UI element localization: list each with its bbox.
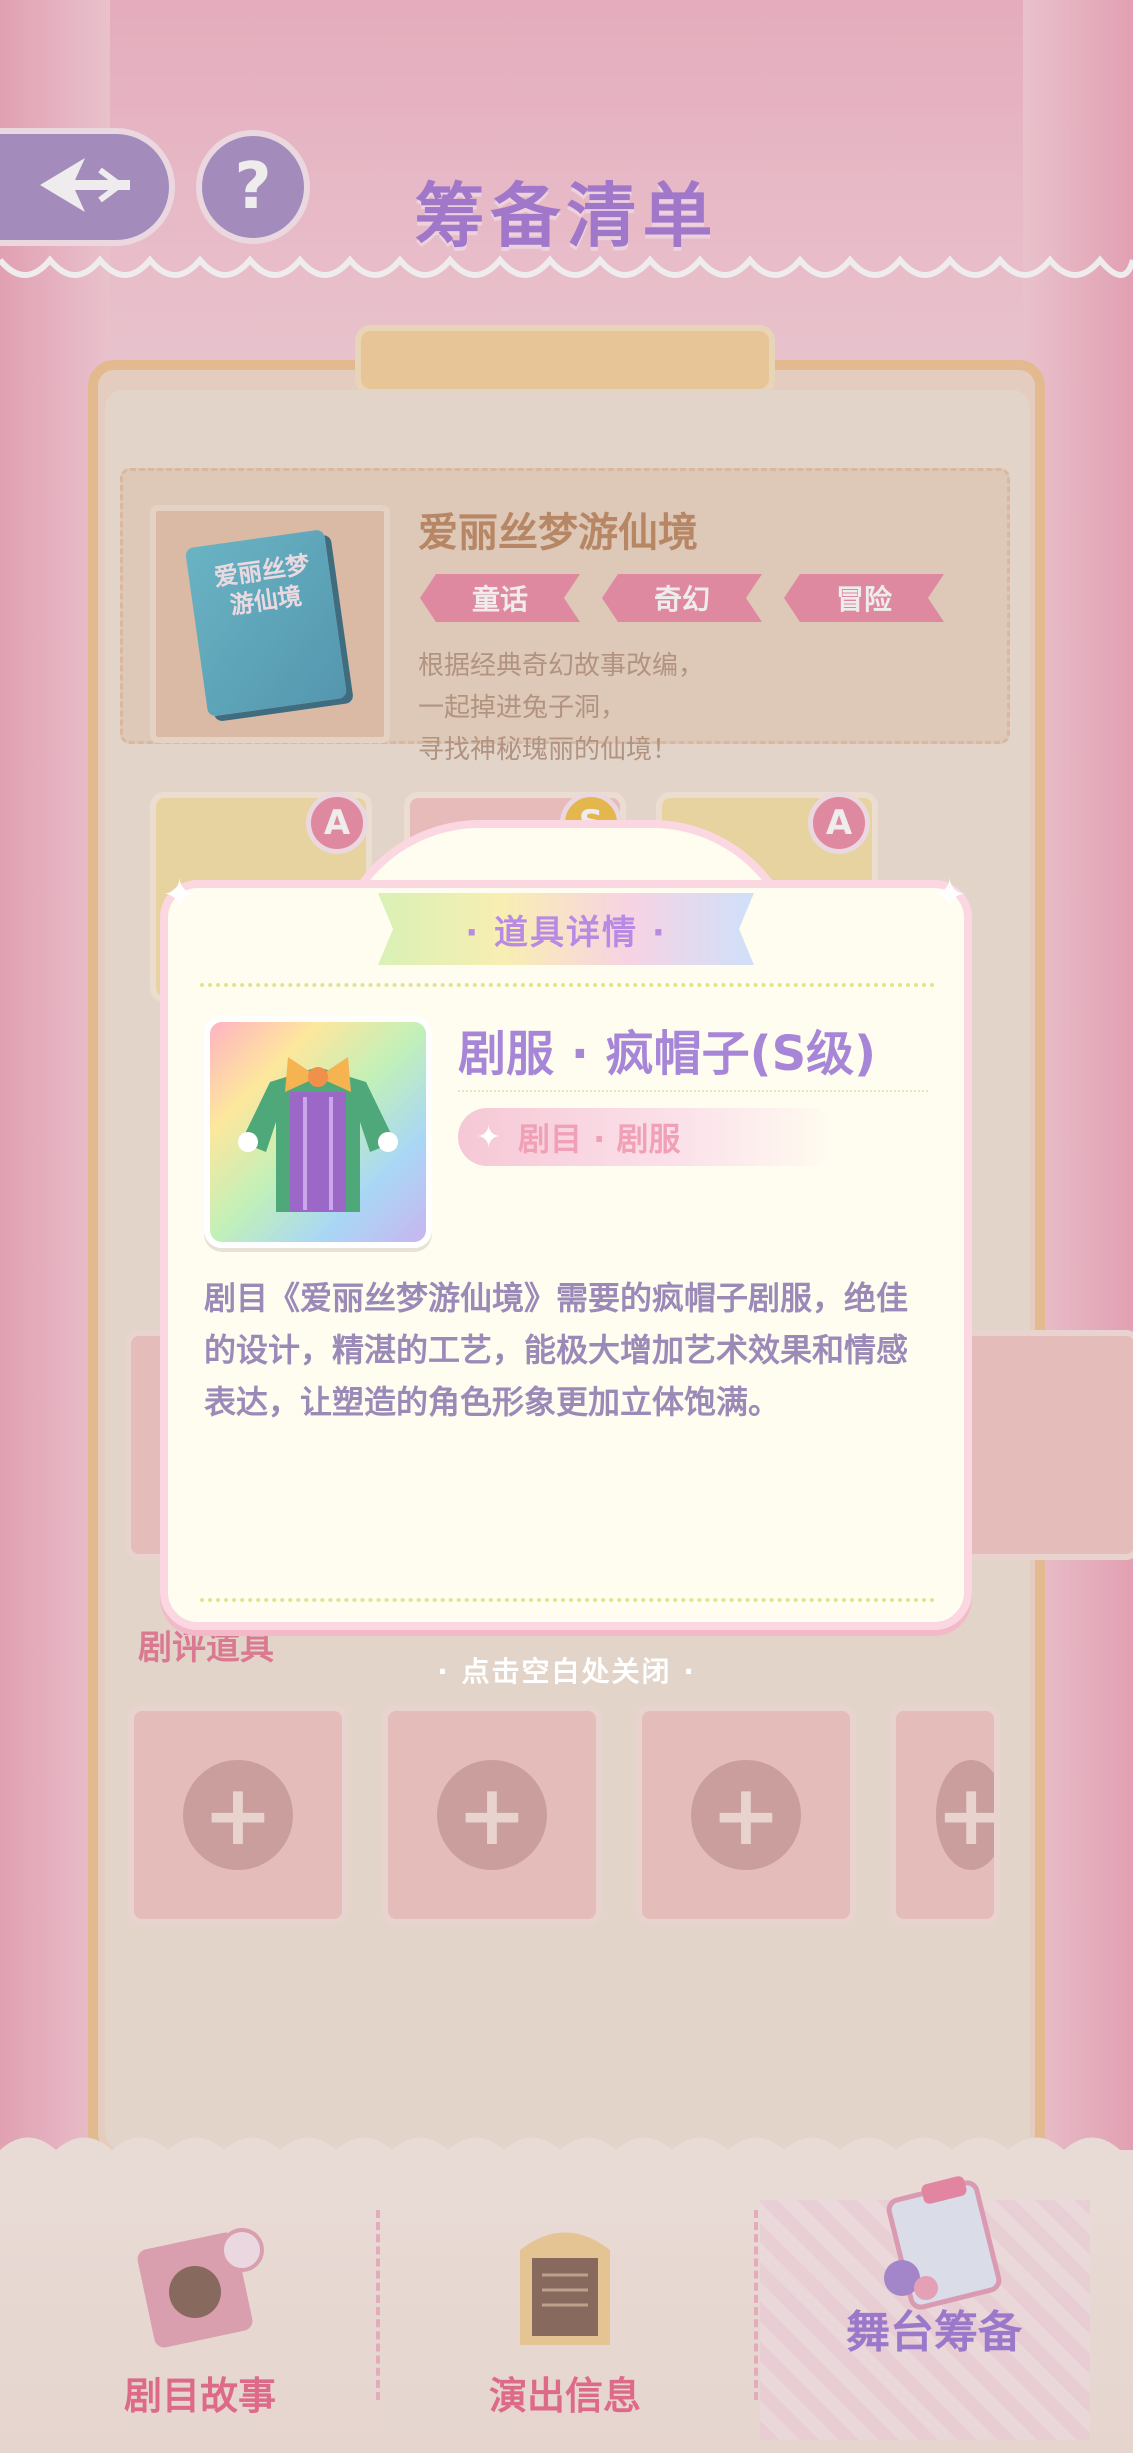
sparkle-icon: ✦ [162, 870, 198, 919]
modal-divider [200, 983, 935, 987]
item-name: 剧服 · 疯帽子(S级) [458, 1026, 877, 1082]
app-screen: ? 筹备清单 爱丽丝梦游仙境 爱丽丝梦游仙境 童话 奇幻 冒险 根据经典奇幻故事… [0, 0, 1133, 2453]
item-category-badge: ✦ 剧目 · 剧服 [458, 1108, 838, 1166]
modal-divider [200, 1598, 935, 1602]
item-detail-modal [160, 880, 972, 1630]
sparkle-icon: ✦ [932, 870, 968, 919]
costume-icon [210, 1057, 426, 1246]
item-category-label: 剧目 · 剧服 [518, 1120, 681, 1158]
modal-divider [458, 1090, 928, 1092]
item-description: 剧目《爱丽丝梦游仙境》需要的疯帽子剧服，绝佳的设计，精湛的工艺，能极大增加艺术效… [204, 1279, 909, 1421]
modal-header-ribbon: · 道具详情 · [378, 893, 754, 965]
star-icon: ✦ [476, 1119, 502, 1155]
costume-image [204, 1016, 432, 1248]
close-hint: · 点击空白处关闭 · [437, 1655, 696, 1688]
